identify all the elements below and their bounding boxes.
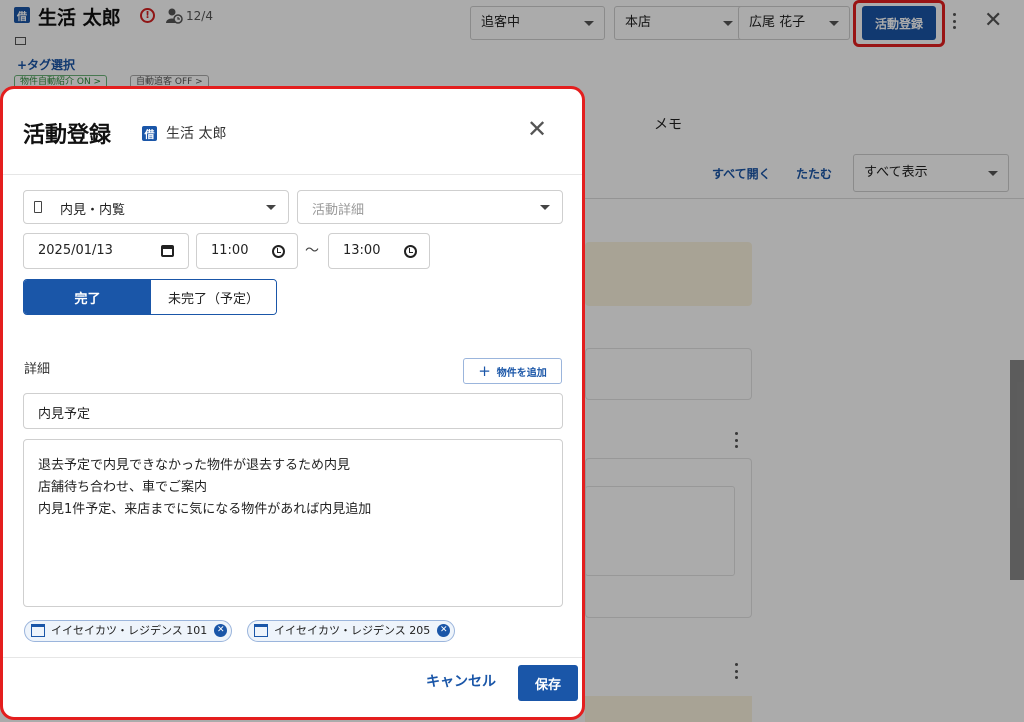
add-property-button[interactable]: + 物件を追加 [463,358,562,384]
activity-type-value: 内見・内覧 [60,203,126,218]
detail-label: 詳細 [24,362,51,377]
completion-toggle: 完了 未完了（予定） [23,279,277,315]
plus-icon: + [478,362,491,380]
modal-title: 活動登録 [23,123,112,148]
cancel-button[interactable]: キャンセル [426,671,496,691]
status-todo-button[interactable]: 未完了（予定） [151,280,276,314]
property-chip-label: イイセイカツ・レジデンス 205 [274,624,431,637]
chevron-down-icon [540,205,550,210]
remove-chip-icon[interactable]: ✕ [437,624,451,637]
modal-customer-name: 生活 太郎 [166,126,227,142]
status-done-button[interactable]: 完了 [24,280,151,314]
property-chip[interactable]: イイセイカツ・レジデンス 205 ✕ [247,620,456,642]
rental-kind-badge: 借 [142,126,157,141]
detail-text: 退去予定で内見できなかった物件が退去するため内見 店舗待ち合わせ、車でご案内 内… [38,455,371,521]
document-icon [34,201,42,213]
activity-register-modal: 活動登録 借 生活 太郎 ✕ 内見・内覧 活動詳細 2025/01/13 11:… [0,86,585,720]
date-input[interactable]: 2025/01/13 [23,233,189,269]
clock-icon[interactable] [272,245,285,258]
date-value: 2025/01/13 [38,243,113,258]
modal-header: 活動登録 借 生活 太郎 ✕ [3,89,582,175]
detail-line: 店舗待ち合わせ、車でご案内 [38,480,208,495]
end-time-value: 13:00 [343,243,381,258]
activity-detail-placeholder: 活動詳細 [312,203,365,218]
subject-input[interactable]: 内見予定 [23,393,563,429]
building-icon [254,624,268,637]
property-chip-label: イイセイカツ・レジデンス 101 [51,624,208,637]
subject-value: 内見予定 [38,407,91,422]
calendar-icon[interactable] [161,245,174,257]
building-icon [31,624,45,637]
chevron-down-icon [266,205,276,210]
remove-chip-icon[interactable]: ✕ [214,624,228,637]
property-chip[interactable]: イイセイカツ・レジデンス 101 ✕ [24,620,233,642]
add-property-label: 物件を追加 [496,367,547,379]
detail-line: 内見1件予定、来店までに気になる物件があれば内見追加 [38,502,372,517]
end-time-input[interactable]: 13:00 [328,233,430,269]
detail-textarea[interactable]: 退去予定で内見できなかった物件が退去するため内見 店舗待ち合わせ、車でご案内 内… [23,439,563,607]
detail-line: 退去予定で内見できなかった物件が退去するため内見 [38,458,351,473]
save-button[interactable]: 保存 [518,665,578,701]
clock-icon[interactable] [404,245,417,258]
time-range-separator: 〜 [305,243,319,259]
start-time-input[interactable]: 11:00 [196,233,298,269]
close-icon[interactable]: ✕ [527,117,547,141]
activity-detail-select[interactable]: 活動詳細 [297,190,563,224]
start-time-value: 11:00 [211,243,249,258]
activity-type-select[interactable]: 内見・内覧 [23,190,289,224]
